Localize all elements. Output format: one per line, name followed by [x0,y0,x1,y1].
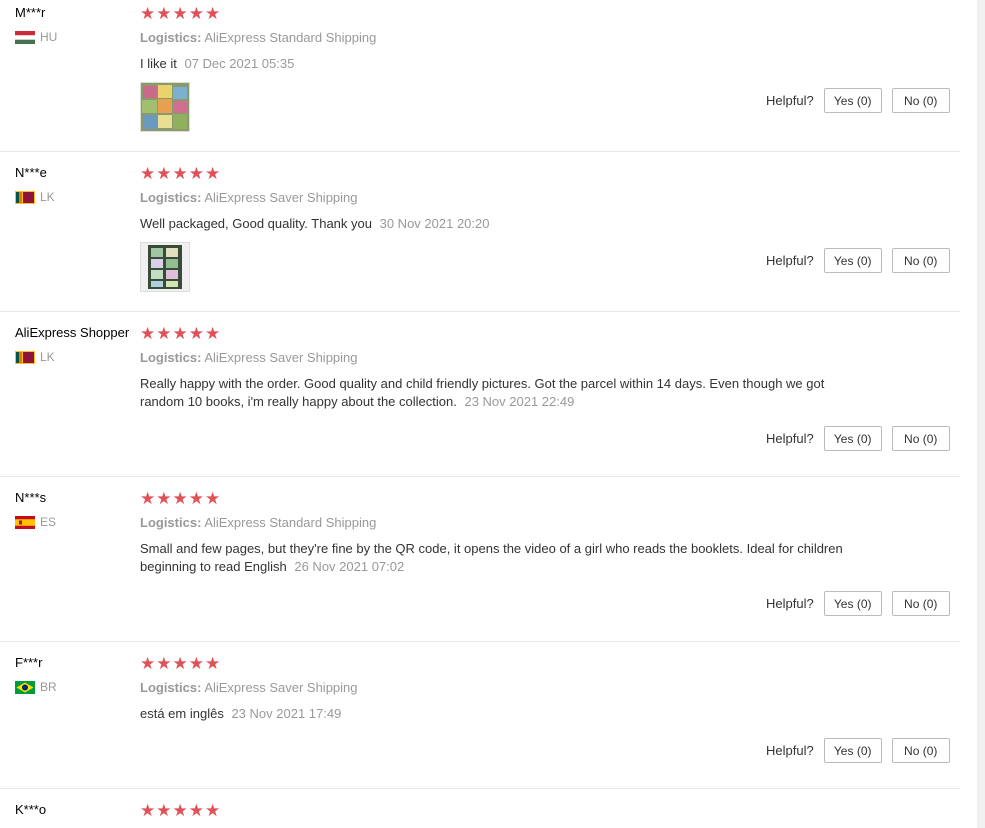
review-item: M***r HU ★★★★★ Logistics: AliExpress Sta… [0,0,960,152]
helpful-label: Helpful? [766,431,814,446]
review-text: Really happy with the order. Good qualit… [140,375,850,411]
review-date: 23 Nov 2021 17:49 [231,706,342,721]
logistics-label: Logistics: [140,190,202,205]
logistics-info: Logistics: AliExpress Saver Shipping [140,190,358,205]
review-item: N***s ES ★★★★★ Logistics: AliExpress Sta… [0,485,960,642]
star-rating: ★★★★★ [140,4,222,23]
helpful-vote: Helpful? Yes (0) No (0) [766,426,950,451]
review-photo-thumbnail[interactable] [140,82,190,132]
review-body: Small and few pages, but they're fine by… [140,541,843,574]
helpful-no-button[interactable]: No (0) [891,88,950,113]
helpful-yes-button[interactable]: Yes (0) [823,591,882,616]
review-item: K***o ★★★★★ [0,797,960,828]
logistics-method: AliExpress Saver Shipping [204,680,358,695]
logistics-method: AliExpress Saver Shipping [204,350,358,365]
logistics-label: Logistics: [140,515,202,530]
sri-lanka-flag-icon [15,350,35,364]
review-date: 23 Nov 2021 22:49 [464,394,575,409]
helpful-label: Helpful? [766,743,814,758]
helpful-no-button[interactable]: No (0) [891,248,950,273]
star-rating: ★★★★★ [140,654,222,673]
review-date: 30 Nov 2021 20:20 [379,216,490,231]
review-text: está em inglês 23 Nov 2021 17:49 [140,705,850,723]
spain-flag-icon [15,515,35,529]
logistics-label: Logistics: [140,350,202,365]
logistics-label: Logistics: [140,680,202,695]
reviewer-country: LK [15,190,55,204]
country-code: LK [40,350,55,364]
helpful-vote: Helpful? Yes (0) No (0) [766,88,950,113]
helpful-vote: Helpful? Yes (0) No (0) [766,248,950,273]
hungary-flag-icon [15,30,35,44]
logistics-method: AliExpress Standard Shipping [204,515,377,530]
reviewer-country: BR [15,680,57,694]
page-scrollbar[interactable] [977,0,985,828]
review-body: Well packaged, Good quality. Thank you [140,216,372,231]
helpful-no-button[interactable]: No (0) [891,591,950,616]
helpful-yes-button[interactable]: Yes (0) [823,88,882,113]
country-code: BR [40,680,57,694]
sri-lanka-flag-icon [15,190,35,204]
review-photo-thumbnail[interactable] [140,242,190,292]
country-code: LK [40,190,55,204]
reviewer-country: ES [15,515,56,529]
helpful-no-button[interactable]: No (0) [891,426,950,451]
review-item: N***e LK ★★★★★ Logistics: AliExpress Sav… [0,160,960,312]
reviewer-name: K***o [15,802,47,817]
review-item: AliExpress Shopper LK ★★★★★ Logistics: A… [0,320,960,477]
logistics-label: Logistics: [140,30,202,45]
star-rating: ★★★★★ [140,324,222,343]
logistics-method: AliExpress Standard Shipping [204,30,377,45]
reviewer-name: N***e [15,165,47,180]
helpful-no-button[interactable]: No (0) [891,738,950,763]
reviewer-name: N***s [15,490,47,505]
review-body: I like it [140,56,177,71]
review-item: F***r BR ★★★★★ Logistics: AliExpress Sav… [0,650,960,789]
helpful-label: Helpful? [766,253,814,268]
reviewer-name: AliExpress Shopper [15,325,130,340]
star-rating: ★★★★★ [140,801,222,820]
review-text: Small and few pages, but they're fine by… [140,540,850,576]
reviewer-country: HU [15,30,57,44]
country-code: HU [40,30,58,44]
review-text: I like it 07 Dec 2021 05:35 [140,55,850,73]
review-body: está em inglês [140,706,224,721]
brazil-flag-icon [15,680,35,694]
helpful-vote: Helpful? Yes (0) No (0) [766,738,950,763]
helpful-yes-button[interactable]: Yes (0) [823,248,882,273]
logistics-info: Logistics: AliExpress Saver Shipping [140,680,358,695]
review-text: Well packaged, Good quality. Thank you 3… [140,215,850,233]
star-rating: ★★★★★ [140,489,222,508]
reviewer-country: LK [15,350,55,364]
logistics-info: Logistics: AliExpress Standard Shipping [140,30,376,45]
helpful-vote: Helpful? Yes (0) No (0) [766,591,950,616]
helpful-label: Helpful? [766,596,814,611]
logistics-info: Logistics: AliExpress Standard Shipping [140,515,376,530]
review-date: 07 Dec 2021 05:35 [184,56,295,71]
logistics-info: Logistics: AliExpress Saver Shipping [140,350,358,365]
reviewer-name: M***r [15,5,46,20]
reviewer-name: F***r [15,655,43,670]
helpful-yes-button[interactable]: Yes (0) [823,426,882,451]
helpful-yes-button[interactable]: Yes (0) [823,738,882,763]
star-rating: ★★★★★ [140,164,222,183]
review-date: 26 Nov 2021 07:02 [294,559,405,574]
logistics-method: AliExpress Saver Shipping [204,190,358,205]
helpful-label: Helpful? [766,93,814,108]
country-code: ES [40,515,57,529]
